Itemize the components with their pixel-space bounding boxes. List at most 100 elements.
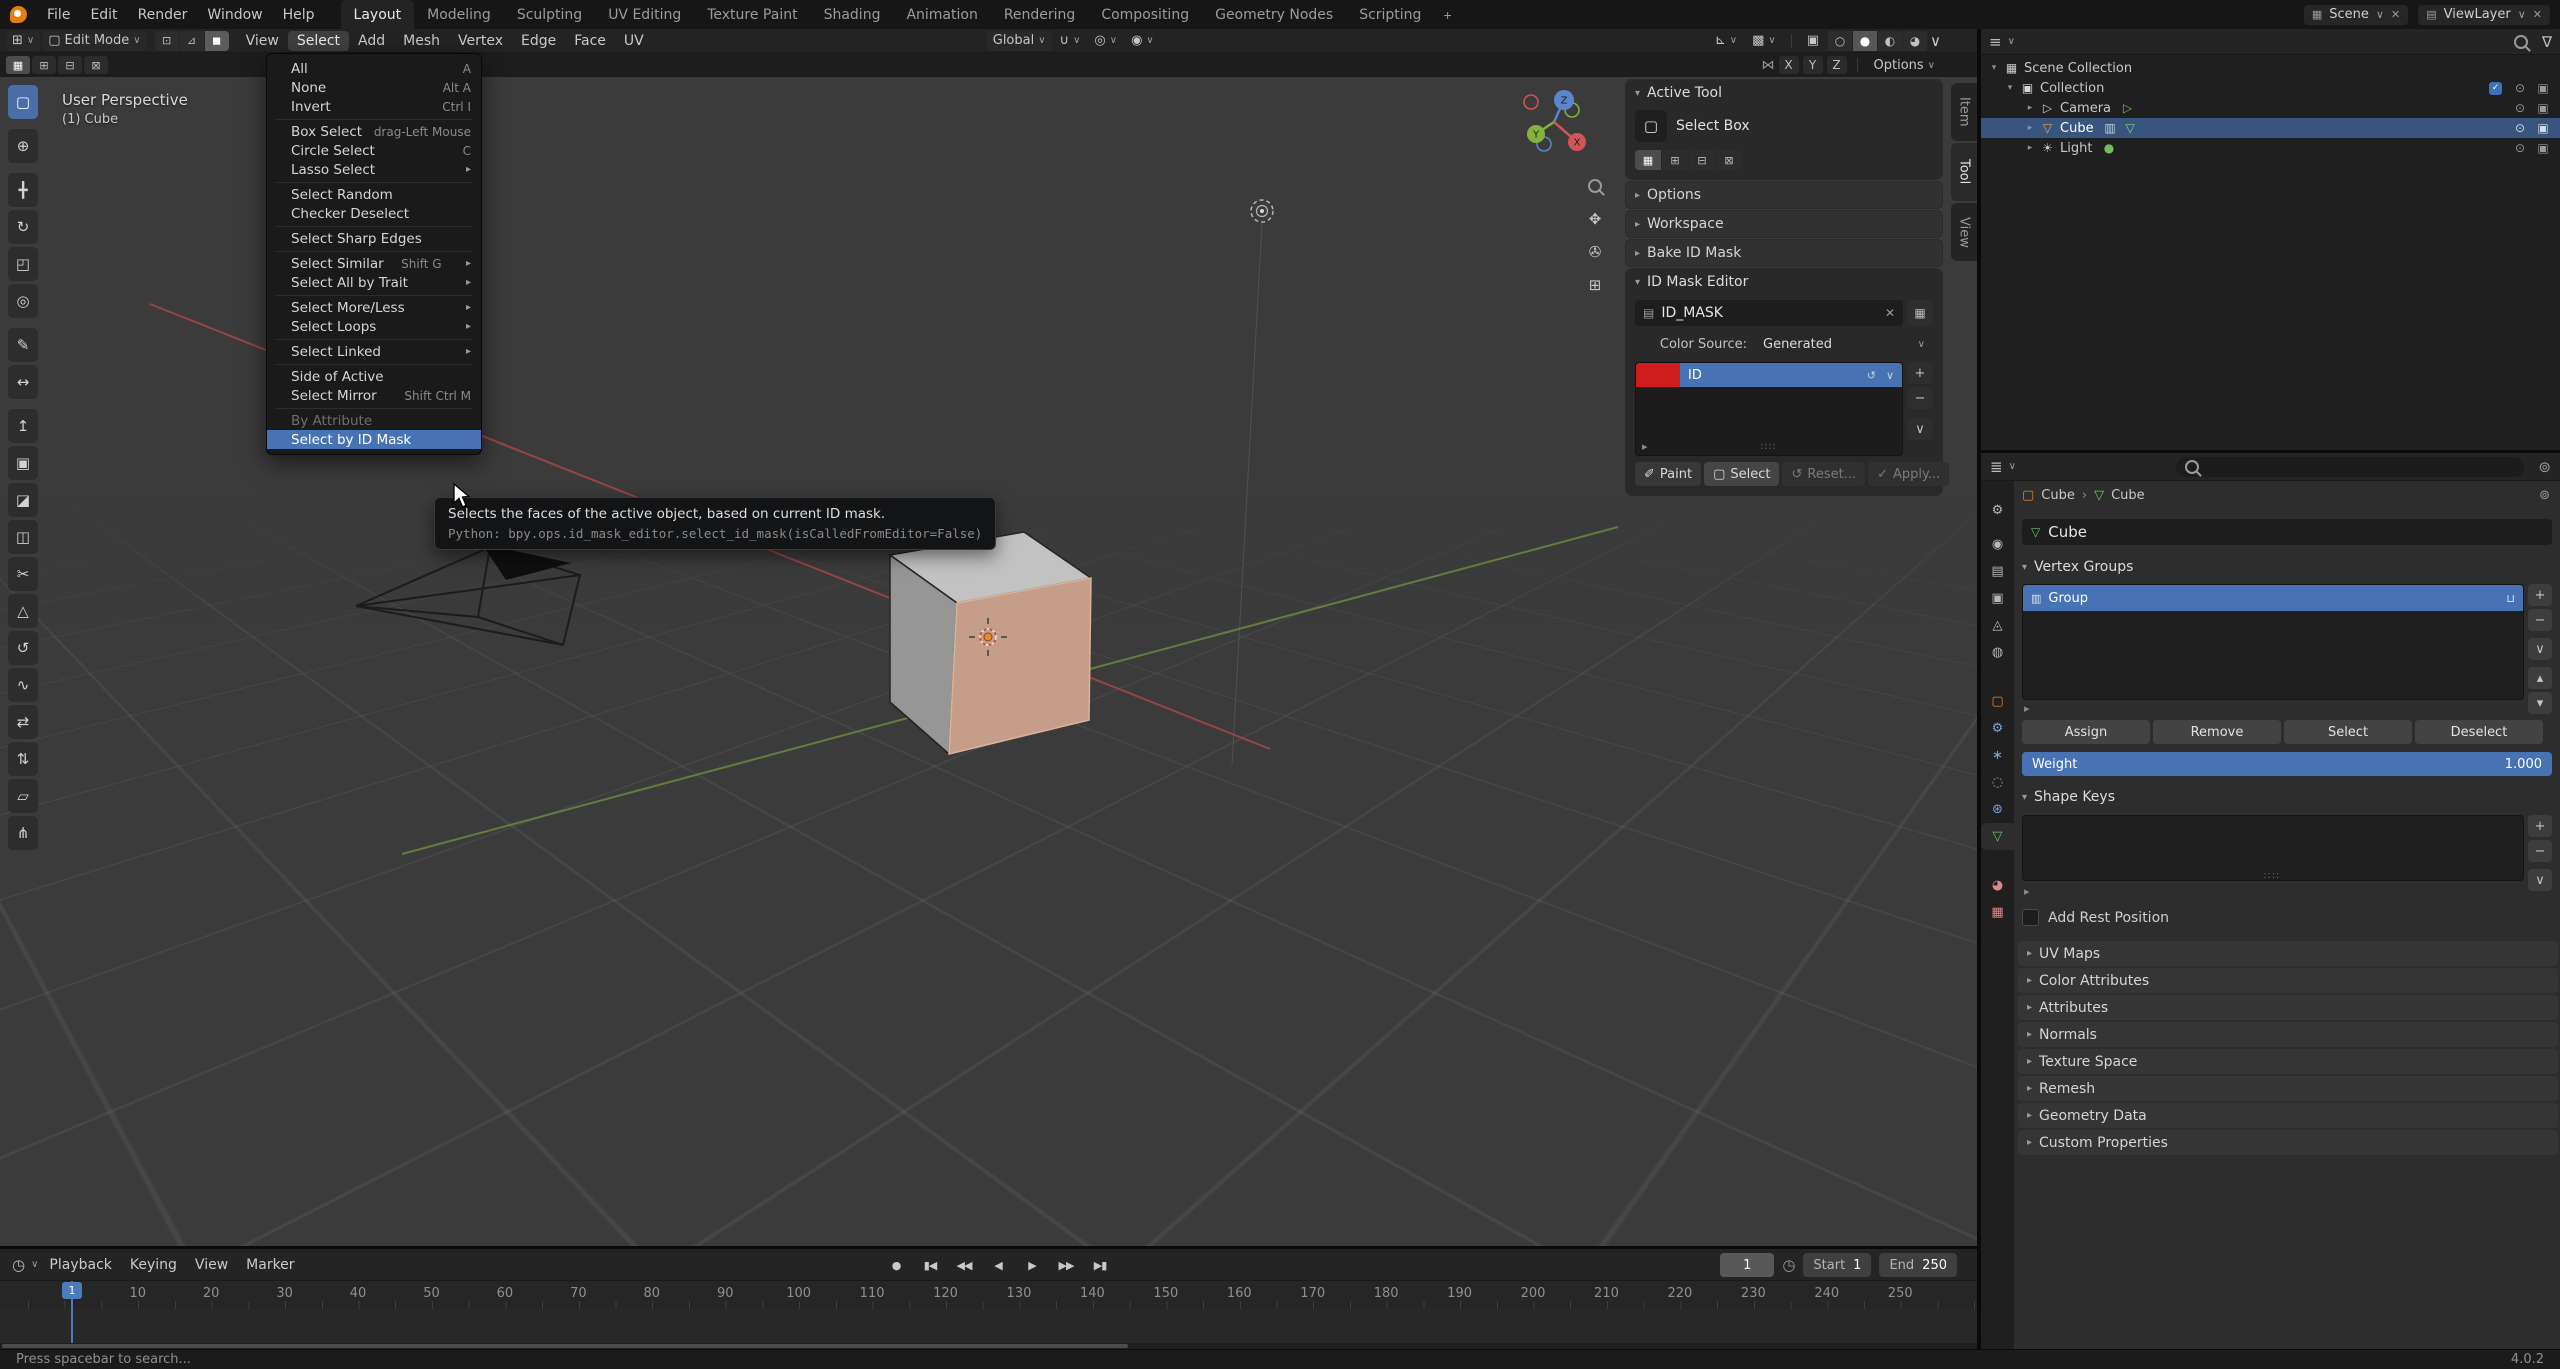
viewport-menu[interactable]: Vertex <box>449 31 512 51</box>
menu-item[interactable]: ▸ <box>267 248 481 254</box>
viewport-menu[interactable]: View <box>237 31 288 51</box>
properties-editor-icon[interactable]: ≣ <box>1990 458 2003 476</box>
collapsed-panel[interactable]: ▸ Bake ID Mask <box>1626 240 1942 266</box>
timeline-ruler[interactable]: 1020304050607080901001101201301401501601… <box>0 1281 1977 1309</box>
color-source-dropdown[interactable]: Generated ∨ <box>1755 332 1933 356</box>
menu-item[interactable]: Side of Active ▸ <box>267 367 481 386</box>
workspace-tab[interactable]: Rendering <box>991 0 1089 29</box>
tool-cursor[interactable]: ⊕ <box>8 129 38 163</box>
menu-item[interactable]: ▸ <box>267 223 481 229</box>
auto-key-record-button[interactable]: ● <box>880 1254 912 1276</box>
proportional-edit-toggle[interactable]: ◉ ∨ <box>1125 31 1160 51</box>
expand-arrow-icon[interactable]: ▸ <box>2025 123 2035 133</box>
tab-world[interactable]: ◍ <box>1981 639 2014 666</box>
tab-particles[interactable]: ∗ <box>1981 742 2014 769</box>
tool-shear[interactable]: ▱ <box>8 779 38 813</box>
viewlayer-selector[interactable]: ▤ ViewLayer ∨ ✕ <box>2418 5 2550 25</box>
auto-keying-icon[interactable]: ◷ <box>1782 1256 1795 1274</box>
outliner-row-camera[interactable]: ▸ ▷ Camera ▷ ⊙ ▣ <box>1981 98 2560 118</box>
perspective-toggle-icon[interactable]: ⊞ <box>1582 272 1608 298</box>
pivot-point-dropdown[interactable]: ◎ ∨ <box>1088 31 1123 51</box>
menu-item[interactable]: Circle Select C ▸ <box>267 141 481 160</box>
vertex-group-action-button[interactable]: Remove <box>2153 720 2281 744</box>
collapsed-panel[interactable]: ▸ Attributes <box>2018 995 2558 1020</box>
expand-arrow-icon[interactable]: ▾ <box>1989 63 1999 73</box>
collapsed-panel[interactable]: ▸ UV Maps <box>2018 941 2558 966</box>
move-up-button[interactable]: ▴ <box>2528 667 2552 689</box>
workspace-tab[interactable]: Sculpting <box>504 0 595 29</box>
shape-keys-panel-header[interactable]: ▾ Shape Keys <box>2022 789 2115 805</box>
vertex-group-action-button[interactable]: Select <box>2284 720 2412 744</box>
chevron-down-icon[interactable]: ∨ <box>2008 36 2015 47</box>
tool-knife[interactable]: ✂ <box>8 557 38 591</box>
wireframe-shading-button[interactable]: ○ <box>1828 31 1852 51</box>
prev-keyframe-button[interactable]: ◀◀ <box>948 1254 980 1276</box>
workspace-tab[interactable]: Layout <box>341 0 415 29</box>
workspace-tab[interactable]: Compositing <box>1088 0 1202 29</box>
chevron-down-icon[interactable]: ∨ <box>31 1259 38 1270</box>
menu-item[interactable]: Select Mirror Shift Ctrl M ▸ <box>267 386 481 405</box>
mode-dropdown[interactable]: ▢ Edit Mode ∨ <box>42 31 146 51</box>
solid-shading-button[interactable]: ● <box>1853 31 1877 51</box>
menu-item[interactable]: Checker Deselect ▸ <box>267 204 481 223</box>
resize-grip[interactable]: ∷∷ <box>1761 442 1778 453</box>
select-set-mode-button[interactable]: ▦ <box>6 56 30 74</box>
navigation-gizmo[interactable]: Z Y X <box>1504 83 1604 173</box>
shape-key-specials-button[interactable]: ∨ <box>2528 869 2552 891</box>
hide-eye-icon[interactable]: ⊙ <box>2511 141 2529 155</box>
collapsed-panel[interactable]: ▸ Workspace <box>1626 211 1942 237</box>
frame-end-field[interactable]: End 250 <box>1879 1253 1957 1277</box>
remove-vertex-group-button[interactable]: − <box>2528 609 2552 631</box>
select-button[interactable]: ▢ Select <box>1704 462 1779 486</box>
transform-orientation-dropdown[interactable]: Global ∨ <box>987 31 1052 51</box>
tool-poly-build[interactable]: △ <box>8 594 38 628</box>
collapsed-panel[interactable]: ▸ Custom Properties <box>2018 1130 2558 1155</box>
camera-view-icon[interactable]: ✇ <box>1582 239 1608 265</box>
timeline-menu[interactable]: Marker <box>237 1255 303 1275</box>
outliner-row-cube[interactable]: ▸ ▽ Cube ▥ ▽ ⊙ ▣ <box>1981 118 2560 138</box>
frame-start-field[interactable]: Start 1 <box>1803 1253 1871 1277</box>
tool-smooth[interactable]: ∿ <box>8 668 38 702</box>
viewport-menu[interactable]: Mesh <box>394 31 449 51</box>
filter-icon[interactable]: ∇ <box>2542 33 2552 51</box>
face-select-mode-button[interactable]: ◼ <box>205 31 229 51</box>
tool-select-box[interactable]: ▢ <box>8 85 38 119</box>
collapsed-panel[interactable]: ▸ Color Attributes <box>2018 968 2558 993</box>
tool-measure[interactable]: ↔ <box>8 365 38 399</box>
id-mask-list[interactable]: ID ↺ ∨ ▸ ∷∷ <box>1635 362 1903 456</box>
select-intersect-mode-button[interactable]: ⊠ <box>84 56 108 74</box>
specials-arrow-icon[interactable]: ▸ <box>1642 440 1648 453</box>
menu-item[interactable]: Select More/Less ▸ <box>267 298 481 317</box>
id-mask-editor-header[interactable]: ▾ ID Mask Editor <box>1626 269 1942 295</box>
tool-spin[interactable]: ↺ <box>8 631 38 665</box>
menu-item[interactable]: Select Sharp Edges ▸ <box>267 229 481 248</box>
collapsed-panel[interactable]: ▸ Normals <box>2018 1022 2558 1047</box>
tool-rip-region[interactable]: ⋔ <box>8 816 38 850</box>
topbar-menu[interactable]: Edit <box>80 0 127 29</box>
lock-open-icon[interactable]: ⊔ <box>2506 592 2515 605</box>
mirror-x-toggle[interactable]: X <box>1779 56 1799 74</box>
tab-object-data[interactable]: ▽ <box>1981 823 2014 850</box>
tool-extrude-region[interactable]: ↥ <box>8 409 38 443</box>
workspace-tab[interactable]: Scripting <box>1346 0 1434 29</box>
menu-item[interactable]: Select Loops ▸ <box>267 317 481 336</box>
timeline-editor-icon[interactable]: ◷ <box>8 1256 29 1274</box>
tool-move[interactable]: ╋ <box>8 173 38 207</box>
tab-render[interactable]: ◉ <box>1981 531 2014 558</box>
vertex-groups-panel-header[interactable]: ▾ Vertex Groups <box>2022 559 2133 575</box>
menu-item[interactable]: ▸ <box>267 116 481 122</box>
workspace-tab[interactable]: Animation <box>893 0 990 29</box>
tool-mode-subtract-button[interactable]: ⊟ <box>1689 150 1715 170</box>
tab-physics[interactable]: ◌ <box>1981 769 2014 796</box>
timeline-menu[interactable]: Keying <box>121 1255 186 1275</box>
filter-expand-icon[interactable]: ▸ <box>2024 885 2030 898</box>
next-keyframe-button[interactable]: ▶▶ <box>1050 1254 1082 1276</box>
close-icon[interactable]: ✕ <box>1885 306 1895 320</box>
menu-item[interactable]: By Attribute ▸ <box>267 411 481 430</box>
menu-item[interactable]: None Alt A ▸ <box>267 78 481 97</box>
tool-bevel[interactable]: ◪ <box>8 483 38 517</box>
search-icon[interactable] <box>2514 35 2528 49</box>
new-id-mask-button[interactable]: ▦ <box>1907 300 1933 326</box>
tab-modifiers[interactable]: ⚙ <box>1981 715 2014 742</box>
hide-eye-icon[interactable]: ⊙ <box>2511 101 2529 115</box>
